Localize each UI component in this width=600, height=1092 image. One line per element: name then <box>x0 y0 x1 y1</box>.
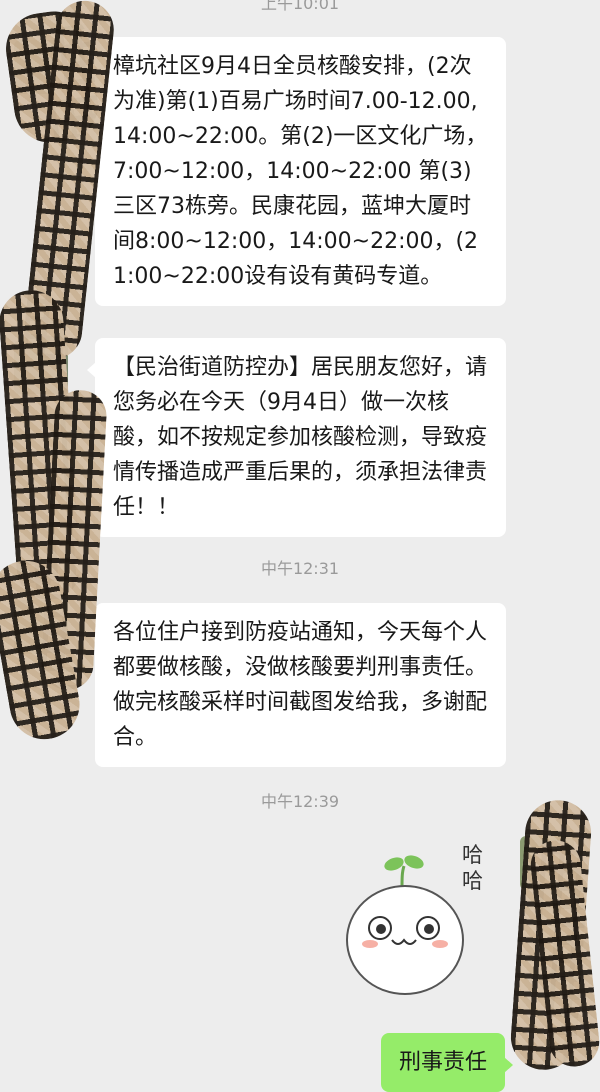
message-bubble[interactable]: 各位住户接到防疫站通知，今天每个人都要做核酸，没做核酸要判刑事责任。做完核酸采样… <box>87 603 506 767</box>
message-bubble[interactable]: 【民治街道防控办】居民朋友您好，请您务必在今天（9月4日）做一次核酸，如不按规定… <box>87 338 506 537</box>
my-message-bubble[interactable]: 刑事责任 <box>380 1033 514 1092</box>
timestamp: 中午12:39 <box>260 792 340 811</box>
sticker-message[interactable]: 哈哈 <box>330 840 500 1025</box>
sticker-text: 哈哈 <box>462 843 483 893</box>
message-bubble[interactable]: 樟坑社区9月4日全员核酸安排，(2次为准)第(1)百易广场时间7.00-12.0… <box>87 37 506 306</box>
